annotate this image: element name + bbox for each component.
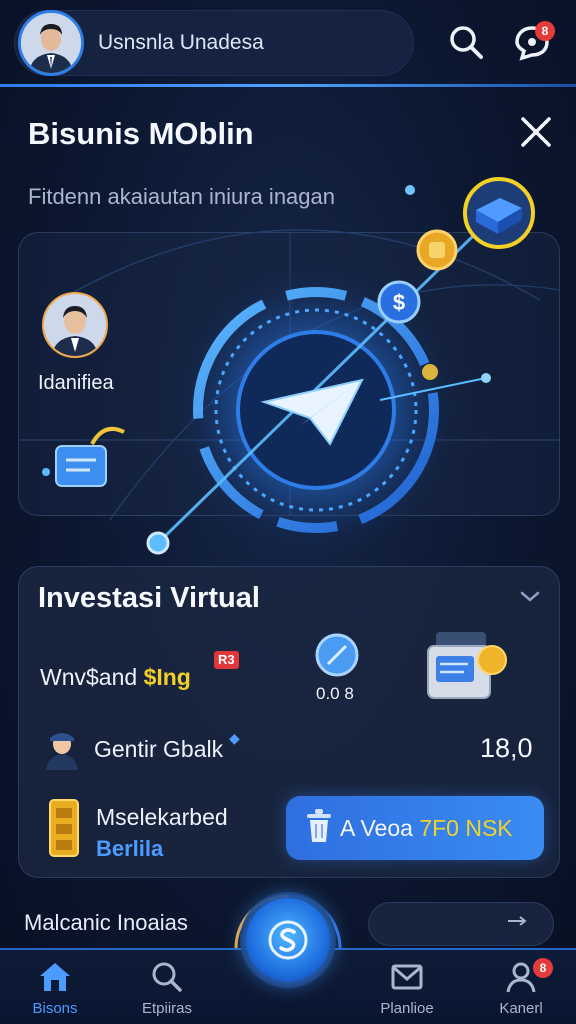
svg-text:$: $ [393, 290, 405, 315]
home-icon [40, 963, 70, 991]
row1-label: Wnv$and $Ing [40, 664, 191, 690]
nav-item-home[interactable]: Bisons [0, 958, 110, 1024]
search-icon [152, 962, 182, 992]
header-divider [0, 84, 576, 87]
chevron-down-icon[interactable] [516, 584, 544, 608]
user-name: Usnsnla Unadesa [98, 31, 264, 54]
gold-bar-icon [49, 799, 79, 857]
nav-item-search[interactable]: Etpiiras [112, 958, 222, 1024]
beam-node [146, 531, 170, 555]
currency-exchange-icon [268, 920, 308, 960]
row2-value: 18,0 [480, 733, 533, 763]
row2-label: Gentir Gbalk [94, 736, 224, 762]
hero-person-label: Idanifiea [38, 372, 114, 394]
card-icon [55, 445, 107, 487]
row3-sublabel: Berlila [96, 836, 164, 861]
nav-item-profile[interactable]: Kanerl [466, 958, 576, 1024]
page-title: Bisunis MOblin [28, 116, 254, 151]
mail-icon [391, 964, 423, 990]
hero-illustration [18, 177, 561, 560]
nav-label-mail: Planlioe [380, 1000, 434, 1017]
row1-small-value: 0.0 8 [316, 684, 354, 703]
row2-marker-icon: ◆ [229, 730, 240, 746]
row1-tag: R3 [214, 651, 239, 669]
top-bar: Usnsnla Unadesa 8 [0, 0, 576, 87]
center-action-button[interactable] [246, 898, 330, 982]
bottom-strip-pill[interactable] [368, 902, 554, 946]
close-icon[interactable] [516, 112, 556, 152]
notification-badge: 8 [535, 21, 555, 41]
clock-icon [315, 633, 359, 677]
agent-avatar-icon [46, 733, 78, 770]
invest-action-label: A Veoa 7F0 NSK [340, 815, 513, 841]
profile-pill[interactable]: Usnsnla Unadesa [14, 10, 414, 76]
hero-person-avatar [42, 292, 108, 358]
bottom-strip-label: Malcanic Inoaias [24, 910, 188, 935]
invest-action-button[interactable]: A Veoa 7F0 NSK [286, 796, 544, 860]
nav-label-search: Etpiiras [141, 1000, 193, 1017]
nav-item-mail[interactable]: Planlioe [352, 958, 462, 1024]
row3-label: Mselekarbed [96, 804, 228, 830]
swap-arrows-icon [508, 916, 527, 926]
nav-label-profile: Kanerl [499, 1000, 543, 1017]
user-avatar[interactable] [18, 10, 84, 76]
investasi-title: Investasi Virtual [38, 582, 260, 614]
profile-badge: 8 [533, 958, 553, 978]
dollar-sign: $ [393, 290, 405, 315]
search-icon[interactable] [446, 22, 486, 62]
nav-label-home: Bisons [32, 1000, 78, 1017]
trash-icon [307, 809, 331, 842]
calculator-wallet-icon [427, 632, 507, 699]
